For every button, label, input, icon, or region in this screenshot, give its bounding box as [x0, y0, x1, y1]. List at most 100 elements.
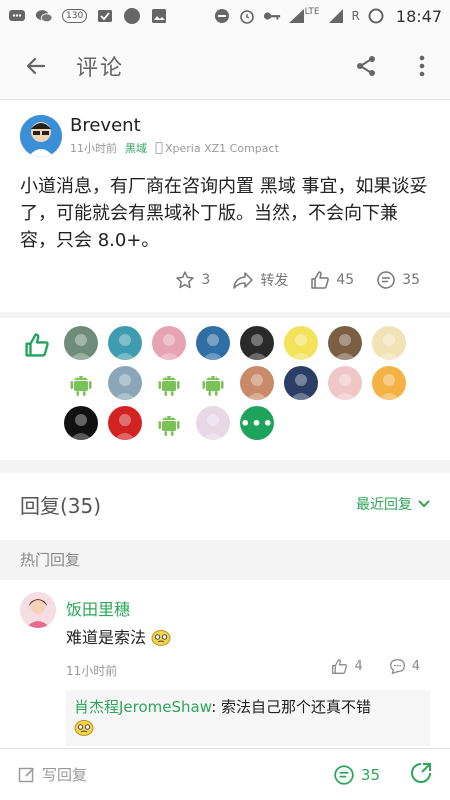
liker-avatar[interactable] — [284, 326, 318, 360]
liker-avatar[interactable] — [328, 326, 362, 360]
android-avatar-icon[interactable] — [64, 366, 98, 400]
more-vert-icon — [419, 55, 425, 76]
emoji-icon — [151, 628, 171, 650]
liker-avatar[interactable] — [108, 326, 142, 360]
bottom-comment-count: 35 — [360, 765, 380, 784]
forward-arrow-icon — [233, 272, 254, 289]
liker-avatar[interactable] — [240, 326, 274, 360]
comment-reply-count: 4 — [411, 659, 420, 674]
android-avatar-icon[interactable] — [196, 366, 230, 400]
liker-avatar[interactable] — [108, 366, 142, 400]
sub-reply[interactable]: 肖杰程JeromeShaw: 索法自己那个还真不错 — [66, 690, 430, 746]
comment-text: 难道是索法 — [66, 628, 147, 647]
network-type-label: LTE — [304, 7, 320, 17]
emoji-icon — [74, 718, 94, 742]
write-reply-label: 写回复 — [42, 766, 88, 784]
divider — [0, 460, 450, 473]
author-name[interactable]: Brevent — [70, 115, 279, 137]
sub-reply-author[interactable]: 肖杰程JeromeShaw — [74, 698, 211, 716]
upvote-count: 45 — [336, 272, 355, 288]
more-likers-button[interactable]: ••• — [240, 406, 274, 440]
bottom-share-button[interactable] — [410, 762, 432, 788]
commenter-name[interactable]: 饭田里穗 — [66, 596, 130, 620]
status-bar: 130 LTE R 18:47 — [0, 0, 450, 32]
message-icon — [8, 7, 26, 25]
clock: 18:47 — [395, 6, 442, 26]
write-reply-button[interactable]: 写回复 — [18, 764, 87, 785]
phone-icon — [155, 142, 163, 154]
notification-count-badge: 130 — [62, 9, 88, 23]
arrow-left-icon — [26, 57, 46, 74]
replies-count: 回复(35) — [20, 493, 102, 518]
favorite-button[interactable]: 3 — [175, 270, 210, 290]
alarm-icon — [238, 7, 256, 25]
thumbs-up-icon — [25, 333, 49, 357]
comment-body: 难道是索法 — [66, 624, 171, 650]
liker-avatar[interactable] — [108, 406, 142, 440]
likers-section: ••• — [0, 318, 450, 460]
liker-avatar[interactable] — [196, 326, 230, 360]
liker-avatar[interactable] — [372, 326, 406, 360]
more-options-button[interactable] — [394, 38, 450, 94]
roaming-label: R — [351, 9, 360, 23]
back-button[interactable] — [8, 38, 64, 94]
android-avatar-icon[interactable] — [152, 366, 186, 400]
liker-avatar[interactable] — [328, 366, 362, 400]
bottom-bar: 写回复 35 — [0, 748, 450, 800]
circle-app-icon — [123, 7, 141, 25]
battery-icon — [367, 7, 385, 25]
do-not-disturb-icon — [213, 7, 231, 25]
chevron-down-icon — [418, 500, 430, 508]
like-button[interactable] — [24, 332, 50, 362]
post-time: 11小时前 — [70, 142, 117, 155]
liker-avatar[interactable] — [240, 366, 274, 400]
sort-label: 最近回复 — [356, 497, 412, 513]
signal-roaming-icon — [327, 7, 345, 25]
comment-icon — [377, 271, 395, 289]
upvote-button[interactable]: 45 — [310, 270, 354, 290]
android-avatar-icon[interactable] — [152, 406, 186, 440]
page-title: 评论 — [76, 55, 125, 81]
chat-bubble-icon — [389, 659, 405, 675]
replies-header: 回复(35) 最近回复 — [0, 473, 450, 535]
forward-label: 转发 — [260, 273, 289, 289]
author-avatar[interactable] — [20, 115, 62, 157]
post-category[interactable]: 黑域 — [125, 140, 147, 156]
post-card: Brevent 11小时前 黑域 Xperia XZ1 Compact 小道消息… — [0, 101, 450, 290]
liker-avatar[interactable] — [372, 366, 406, 400]
comment-upvote-count: 4 — [354, 659, 363, 674]
favorite-count: 3 — [201, 272, 211, 288]
thumbs-up-icon — [311, 271, 330, 289]
share-icon — [357, 55, 375, 76]
liker-avatar[interactable] — [64, 406, 98, 440]
liker-avatar[interactable] — [64, 326, 98, 360]
sort-dropdown[interactable]: 最近回复 — [356, 494, 430, 514]
liker-avatar[interactable] — [152, 326, 186, 360]
share-button[interactable] — [338, 38, 394, 94]
comment-button[interactable]: 35 — [376, 270, 420, 290]
signal-lte-icon — [288, 7, 306, 25]
bottom-comments-button[interactable]: 35 — [333, 764, 380, 786]
key-icon — [263, 7, 281, 25]
comment-count: 35 — [402, 272, 420, 288]
post-device: Xperia XZ1 Compact — [165, 141, 279, 155]
comment-icon — [334, 764, 354, 785]
forward-button[interactable]: 转发 — [232, 270, 288, 290]
app-bar: 评论 — [0, 32, 450, 100]
comment-reply-button[interactable]: 4 — [389, 658, 420, 675]
image-icon — [150, 7, 168, 25]
liker-avatar[interactable] — [196, 406, 230, 440]
star-icon — [176, 271, 195, 289]
comment-time: 11小时前 — [66, 664, 118, 678]
liker-avatar-grid: ••• — [64, 326, 444, 444]
comment-upvote-button[interactable]: 4 — [331, 658, 363, 675]
liker-avatar[interactable] — [284, 366, 318, 400]
share-arrow-icon — [411, 762, 431, 783]
edit-icon — [18, 767, 35, 782]
post-body: 小道消息，有厂商在咨询内置 黑域 事宜，如果谈妥了，可能就会有黑域补丁版。当然，… — [20, 176, 428, 251]
sub-reply-text: : 索法自己那个还真不错 — [211, 698, 372, 716]
thumbs-up-icon — [332, 659, 348, 674]
mail-check-icon — [96, 7, 114, 25]
wechat-icon — [35, 7, 53, 25]
commenter-avatar[interactable] — [20, 592, 56, 628]
